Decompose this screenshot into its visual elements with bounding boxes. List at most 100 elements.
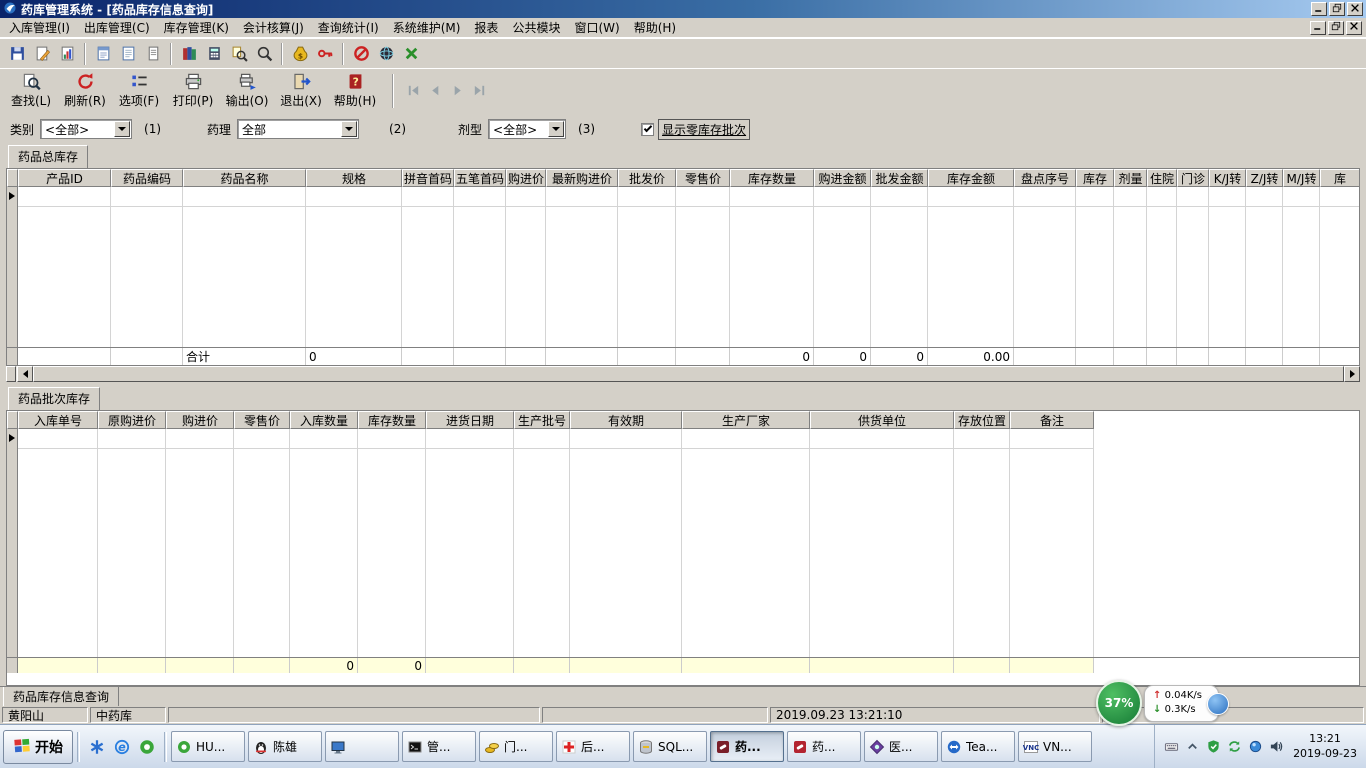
tray-ball-blue-button[interactable]	[1247, 738, 1264, 755]
taskbar-task-6[interactable]: 后...	[556, 731, 630, 762]
tray-clock[interactable]: 13:21 2019-09-23	[1289, 732, 1357, 762]
money-toolbar-button[interactable]: $	[288, 42, 312, 66]
column-header[interactable]: 零售价	[234, 411, 290, 429]
column-header[interactable]: 备注	[1010, 411, 1094, 429]
menu-item-10[interactable]: 帮助(H)	[627, 17, 683, 38]
checkbox-icon[interactable]	[641, 122, 655, 136]
column-header[interactable]: 库存金额	[928, 169, 1014, 187]
chevron-down-icon[interactable]	[341, 121, 358, 137]
column-header[interactable]: 批发金额	[871, 169, 928, 187]
mdi-close-button[interactable]	[1346, 20, 1362, 35]
save-toolbar-button[interactable]	[5, 42, 29, 66]
preview-toolbar-button[interactable]	[116, 42, 140, 66]
scrollbar-thumb[interactable]	[33, 366, 1344, 382]
column-header[interactable]: 拼音首码	[402, 169, 454, 187]
taskbar-task-8[interactable]: 药...	[710, 731, 784, 762]
menu-item-9[interactable]: 窗口(W)	[567, 17, 626, 38]
column-header[interactable]: 原购进价	[98, 411, 166, 429]
column-header[interactable]: 入库单号	[18, 411, 98, 429]
column-header[interactable]: Z/J转	[1246, 169, 1283, 187]
column-header[interactable]: 库存数量	[358, 411, 426, 429]
search-button[interactable]: 查找(L)	[6, 70, 56, 112]
calculator-toolbar-button[interactable]	[202, 42, 226, 66]
taskbar-task-7[interactable]: SQL...	[633, 731, 707, 762]
float-ball-icon[interactable]	[1206, 692, 1229, 715]
printer-button[interactable]: 打印(P)	[168, 70, 218, 112]
nav-prev-button[interactable]	[424, 80, 446, 102]
column-header[interactable]: 供货单位	[810, 411, 954, 429]
horizontal-scrollbar[interactable]	[6, 366, 1360, 382]
globe-toolbar-button[interactable]	[374, 42, 398, 66]
minimize-button[interactable]	[1311, 2, 1327, 16]
pharmacology-select[interactable]: 全部	[237, 119, 360, 139]
taskbar-task-11[interactable]: Tea...	[941, 731, 1015, 762]
forbid-toolbar-button[interactable]	[349, 42, 373, 66]
batch-grid[interactable]: 入库单号 原购进价 购进价 零售价 入库数量 库存数量 进货日期 生产批号 有效期 生产厂家 供货单…	[6, 410, 1360, 686]
restore-button[interactable]	[1329, 2, 1345, 16]
options-button[interactable]: 选项(F)	[114, 70, 164, 112]
taskbar-task-4[interactable]: 管...	[402, 731, 476, 762]
memory-percent-badge[interactable]: 37%	[1096, 680, 1142, 726]
mdi-restore-button[interactable]	[1328, 20, 1344, 35]
menu-item-8[interactable]: 公共模块	[505, 17, 567, 38]
menu-item-6[interactable]: 系统维护(M)	[386, 17, 468, 38]
chevron-down-icon[interactable]	[548, 121, 565, 137]
nav-first-button[interactable]	[402, 80, 424, 102]
column-header[interactable]: 购进价	[506, 169, 546, 187]
scrollbar-splitter-box[interactable]	[6, 366, 16, 382]
menu-item-7[interactable]: 报表	[467, 17, 505, 38]
net-speed-panel[interactable]: ↑ 0.04K/s ↓ 0.3K/s	[1144, 684, 1229, 722]
taskbar-task-2[interactable]: 陈雄	[248, 731, 322, 762]
column-header[interactable]: 批发价	[618, 169, 676, 187]
taskbar-task-9[interactable]: 药...	[787, 731, 861, 762]
refresh-button[interactable]: 刷新(R)	[60, 70, 110, 112]
tray-shield-button[interactable]	[1205, 738, 1222, 755]
tray-keyboard-button[interactable]	[1163, 738, 1180, 755]
notepad-toolbar-button[interactable]	[91, 42, 115, 66]
column-header[interactable]: 库存	[1076, 169, 1114, 187]
menu-item-3[interactable]: 库存管理(K)	[157, 17, 236, 38]
zoom-doc-toolbar-button[interactable]	[227, 42, 251, 66]
column-header[interactable]: M/J转	[1283, 169, 1320, 187]
tab-stock-query[interactable]: 药品库存信息查询	[3, 687, 120, 708]
column-header[interactable]: 产品ID	[18, 169, 111, 187]
column-header[interactable]: 零售价	[676, 169, 730, 187]
close-button[interactable]	[1347, 2, 1363, 16]
start-button[interactable]: 开始	[3, 729, 73, 764]
tab-batch-stock[interactable]: 药品批次库存	[8, 387, 101, 410]
column-header[interactable]: 入库数量	[290, 411, 358, 429]
export-button[interactable]: 输出(O)	[222, 70, 272, 112]
category-select[interactable]: <全部>	[40, 119, 133, 139]
quicklaunch-asterisk-blue-button[interactable]	[86, 736, 108, 758]
taskbar-task-5[interactable]: 门...	[479, 731, 553, 762]
column-header[interactable]: 有效期	[570, 411, 682, 429]
help-button[interactable]: ? 帮助(H)	[330, 70, 380, 112]
taskbar-task-1[interactable]: HU...	[171, 731, 245, 762]
column-header[interactable]: 购进价	[166, 411, 234, 429]
chevron-down-icon[interactable]	[114, 121, 131, 137]
column-header[interactable]: 生产批号	[514, 411, 570, 429]
menu-item-4[interactable]: 会计核算(J)	[236, 17, 311, 38]
column-header[interactable]: 购进金额	[814, 169, 871, 187]
mdi-minimize-button[interactable]	[1310, 20, 1326, 35]
column-header[interactable]: 规格	[306, 169, 402, 187]
close-x-toolbar-button[interactable]	[399, 42, 423, 66]
tab-stock-total[interactable]: 药品总库存	[8, 145, 89, 168]
column-header[interactable]: 盘点序号	[1014, 169, 1076, 187]
scroll-left-button[interactable]	[17, 366, 33, 382]
column-header[interactable]: 住院	[1147, 169, 1177, 187]
menu-item-1[interactable]: 入库管理(I)	[2, 17, 77, 38]
nav-next-button[interactable]	[446, 80, 468, 102]
menu-item-5[interactable]: 查询统计(I)	[311, 17, 386, 38]
scroll-right-button[interactable]	[1344, 366, 1360, 382]
column-header[interactable]: 门诊	[1177, 169, 1209, 187]
taskbar-task-10[interactable]: 医...	[864, 731, 938, 762]
exit-button[interactable]: 退出(X)	[276, 70, 326, 112]
menu-item-2[interactable]: 出库管理(C)	[77, 17, 157, 38]
column-header[interactable]: 库	[1320, 169, 1359, 187]
nav-last-button[interactable]	[468, 80, 490, 102]
column-header[interactable]: 剂量	[1114, 169, 1147, 187]
column-header[interactable]: 最新购进价	[546, 169, 618, 187]
column-header[interactable]: 生产厂家	[682, 411, 810, 429]
quicklaunch-browser-green-button[interactable]	[136, 736, 158, 758]
